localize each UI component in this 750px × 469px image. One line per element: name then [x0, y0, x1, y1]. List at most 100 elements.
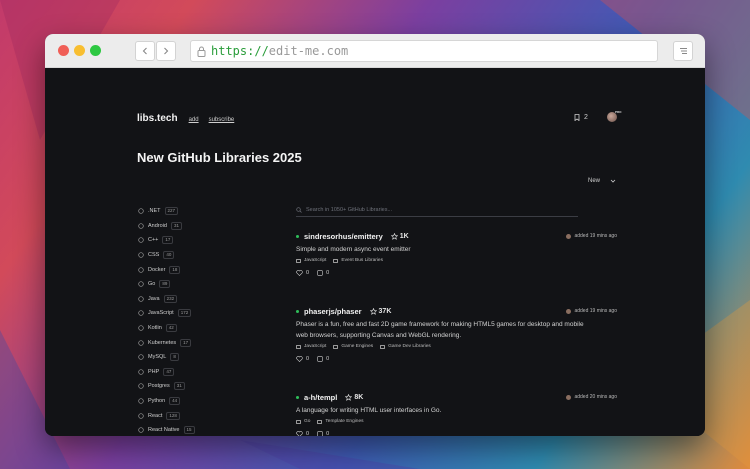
card-description-line: A language for writing HTML user interfa…	[296, 407, 442, 414]
sidebar-item-label: React Native	[148, 427, 180, 434]
tag-link[interactable]: JavaScript	[296, 344, 326, 349]
like-count: 0	[306, 270, 310, 276]
browser-window: https:// edit-me.com libs.tech add subsc…	[45, 34, 705, 436]
sidebar-item-net[interactable]: .NET 227	[137, 204, 257, 219]
sidebar-item-label: Python	[148, 398, 166, 405]
search-input[interactable]: Search in 1050+ GitHub Libraries...	[296, 204, 578, 217]
sidebar-item-label: Kotlin	[148, 325, 162, 332]
tag-link[interactable]: Game Engines	[333, 344, 373, 349]
status-dot	[296, 234, 299, 238]
star-count-value: 37K	[378, 307, 392, 315]
search-icon	[296, 207, 302, 213]
sidebar-item-kubernetes[interactable]: Kubernetes 17	[137, 335, 257, 350]
sidebar-item-count: 17	[180, 338, 192, 347]
repo-name-link[interactable]: a-h/templ	[304, 393, 337, 402]
site-header: libs.tech add subscribe	[137, 113, 244, 124]
sidebar-item-react[interactable]: React 128	[137, 408, 257, 423]
sidebar-item-count: 15	[183, 426, 195, 435]
nav-link-subscribe[interactable]: subscribe	[209, 117, 235, 123]
sidebar-item-label: MySQL	[148, 354, 167, 361]
sidebar-item-android[interactable]: Android 31	[137, 219, 257, 234]
card-header: phaserjs/phaser 37K added 19 mins ago	[296, 306, 617, 316]
browser-menu-button[interactable]	[673, 41, 693, 61]
sidebar-item-mysql[interactable]: MySQL 8	[137, 350, 257, 365]
tag-label: Game Engines	[341, 344, 374, 349]
sidebar-item-go[interactable]: Go 89	[137, 277, 257, 292]
minimize-window-button[interactable]	[74, 45, 85, 56]
comment-icon	[317, 270, 323, 276]
star-icon	[369, 307, 377, 315]
search-placeholder: Search in 1050+ GitHub Libraries...	[306, 207, 393, 213]
java-icon	[137, 295, 144, 302]
sidebar-item-count: 17	[162, 236, 174, 245]
card-description: A language for writing HTML user interfa…	[296, 405, 617, 416]
bookmark-count: 2	[584, 114, 588, 121]
postgres-icon	[137, 383, 144, 390]
library-card: phaserjs/phaser 37K added 19 mins ago Phase…	[296, 306, 617, 362]
star-icon	[390, 232, 398, 240]
repo-name-link[interactable]: phaserjs/phaser	[304, 307, 362, 316]
comment-count: 0	[326, 270, 330, 276]
card-actions: 00	[296, 431, 617, 436]
close-window-button[interactable]	[58, 45, 69, 56]
sidebar-item-java[interactable]: Java 232	[137, 292, 257, 307]
sidebar-item-postgres[interactable]: Postgres 31	[137, 379, 257, 394]
sidebar-item-label: .NET	[148, 208, 161, 215]
contributor-avatar	[566, 394, 572, 400]
comment-icon	[317, 431, 323, 436]
sidebar-item-javascript[interactable]: JavaScript 172	[137, 306, 257, 321]
site-logo[interactable]: libs.tech	[137, 113, 178, 124]
tag-link[interactable]: Template Engines	[317, 419, 364, 424]
sidebar-item-count: 227	[164, 207, 179, 216]
category-sidebar: .NET 227 Android 31 C++ 17 CSS 40 Docker 18 Go 89 Ja…	[137, 204, 257, 436]
python-icon	[137, 398, 144, 405]
tag-link[interactable]: Go	[296, 419, 310, 424]
sidebar-item-c[interactable]: C++ 17	[137, 233, 257, 248]
card-description: Phaser is a fun, free and fast 2D game f…	[296, 319, 617, 341]
tag-link[interactable]: Game Dev Libraries	[380, 344, 431, 349]
menu-icon	[679, 48, 687, 54]
sidebar-item-python[interactable]: Python 44	[137, 394, 257, 409]
like-button[interactable]: 0	[296, 270, 309, 276]
repo-name-link[interactable]: sindresorhus/emittery	[304, 232, 383, 241]
browser-toolbar: https:// edit-me.com	[45, 34, 705, 68]
card-description-line: Phaser is a fun, free and fast 2D game f…	[296, 321, 584, 328]
bookmarks-button[interactable]: 2	[574, 114, 588, 121]
comment-button[interactable]: 0	[317, 270, 329, 276]
like-button[interactable]: 0	[296, 431, 309, 436]
maximize-window-button[interactable]	[90, 45, 101, 56]
sidebar-item-count: 18	[169, 265, 181, 274]
sort-dropdown[interactable]: New	[588, 178, 616, 184]
comment-button[interactable]: 0	[317, 431, 329, 436]
heart-icon	[296, 356, 303, 362]
sidebar-item-css[interactable]: CSS 40	[137, 248, 257, 263]
react-icon	[137, 412, 144, 419]
back-button[interactable]	[135, 41, 155, 61]
sidebar-item-label: CSS	[148, 252, 160, 259]
comment-count: 0	[326, 356, 330, 362]
cpp-icon	[137, 237, 144, 244]
lock-icon	[197, 46, 206, 57]
css-icon	[137, 252, 144, 259]
status-dot	[296, 395, 299, 399]
like-button[interactable]: 0	[296, 356, 309, 362]
contributor-avatar	[566, 308, 572, 314]
tag-link[interactable]: Event Bus Libraries	[333, 258, 383, 263]
sidebar-item-count: 232	[163, 294, 178, 303]
nav-link-add[interactable]: add	[189, 117, 199, 123]
forward-button[interactable]	[156, 41, 176, 61]
php-icon	[137, 368, 144, 375]
sidebar-item-php[interactable]: PHP 47	[137, 365, 257, 380]
sidebar-item-react-native[interactable]: React Native 15	[137, 423, 257, 436]
address-bar[interactable]: https:// edit-me.com	[190, 40, 658, 62]
card-header: a-h/templ 8K added 20 mins ago	[296, 392, 617, 402]
tag-label: JavaScript	[304, 258, 327, 263]
docker-icon	[137, 266, 144, 273]
sidebar-item-kotlin[interactable]: Kotlin 42	[137, 321, 257, 336]
sidebar-item-count: 31	[170, 221, 182, 230]
sidebar-item-docker[interactable]: Docker 18	[137, 262, 257, 277]
folder-icon	[333, 344, 339, 349]
tag-link[interactable]: JavaScript	[296, 258, 326, 263]
javascript-icon	[137, 310, 144, 317]
comment-button[interactable]: 0	[317, 356, 329, 362]
